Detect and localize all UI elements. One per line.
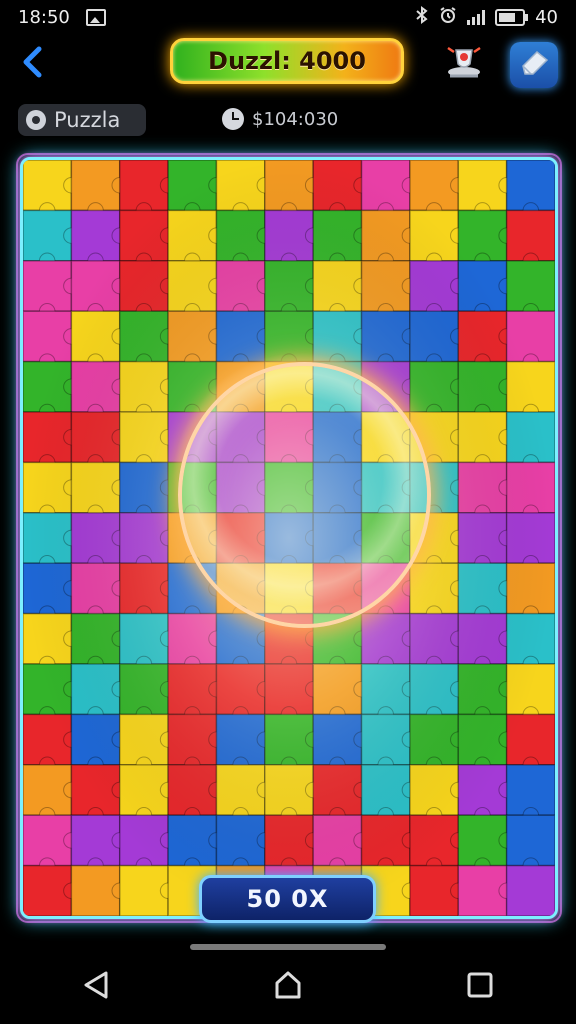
status-time: 18:50 xyxy=(18,6,70,28)
nav-back-button[interactable] xyxy=(66,957,126,1017)
mode-icon xyxy=(26,110,46,130)
system-nav-bar xyxy=(0,950,576,1024)
puzzle-grid[interactable] xyxy=(23,160,555,916)
status-bar: 18:50 40 xyxy=(0,0,576,34)
score-title: Duzzl: 4000 xyxy=(208,47,366,75)
mode-chip[interactable]: Puzzla xyxy=(18,104,146,136)
trophy-button[interactable] xyxy=(440,42,488,86)
nav-home-button[interactable] xyxy=(258,957,318,1017)
eraser-button[interactable] xyxy=(510,42,558,88)
gallery-icon xyxy=(85,8,106,26)
eraser-icon xyxy=(517,48,551,82)
signal-icon xyxy=(467,9,486,25)
triangle-back-icon xyxy=(82,970,110,1004)
home-icon xyxy=(273,970,303,1004)
chevron-left-icon xyxy=(21,45,43,83)
trophy-icon xyxy=(442,42,486,86)
puzzle-board[interactable] xyxy=(20,157,558,919)
battery-icon xyxy=(495,8,529,26)
mode-label: Puzzla xyxy=(54,108,121,132)
nav-recents-button[interactable] xyxy=(450,957,510,1017)
subheader: Puzzla $104:030 xyxy=(0,100,576,138)
timer-text: $104:030 xyxy=(252,108,339,130)
timer: $104:030 xyxy=(222,104,338,134)
back-button[interactable] xyxy=(14,44,50,84)
square-recents-icon xyxy=(466,971,494,1003)
score-title-badge: Duzzl: 4000 xyxy=(170,38,404,84)
bluetooth-icon xyxy=(415,5,429,29)
score-button-label: 50 0X xyxy=(246,885,329,913)
clock-icon xyxy=(222,108,244,130)
battery-level: 40 xyxy=(535,6,558,28)
game-header: Duzzl: 4000 xyxy=(0,34,576,94)
alarm-icon xyxy=(439,6,457,29)
score-button[interactable]: 50 0X xyxy=(199,875,376,923)
board-sheen xyxy=(23,160,555,916)
